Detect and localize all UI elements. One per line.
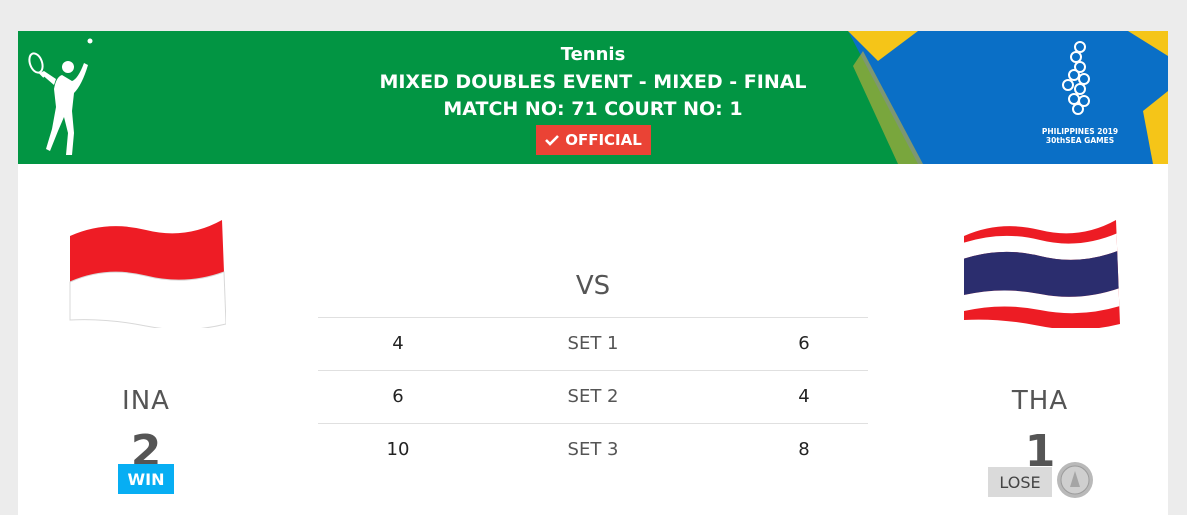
match-result-card: Tennis MIXED DOUBLES EVENT - MIXED - FIN…	[18, 31, 1168, 515]
official-status-label: OFFICIAL	[565, 131, 642, 149]
svg-text:PHILIPPINES 2019: PHILIPPINES 2019	[1042, 127, 1118, 136]
silver-medal-icon	[1057, 462, 1093, 498]
lose-badge: LOSE	[988, 467, 1052, 497]
match-header-banner: Tennis MIXED DOUBLES EVENT - MIXED - FIN…	[18, 31, 1168, 164]
set-scores-table: 4 SET 1 6 6 SET 2 4 10 SET 3 8	[318, 317, 868, 476]
match-info: MATCH NO: 71 COURT NO: 1	[443, 98, 743, 120]
team-left: INA 2 WIN	[46, 216, 246, 494]
set-label: SET 1	[567, 333, 619, 354]
set-row: 4 SET 1 6	[318, 317, 868, 370]
team-right: THA 1 LOSE	[940, 216, 1140, 498]
set-row: 6 SET 2 4	[318, 370, 868, 423]
set-label: SET 2	[567, 386, 619, 407]
svg-text:30thSEA GAMES: 30thSEA GAMES	[1046, 136, 1114, 145]
vs-label: VS	[575, 271, 611, 301]
set-score-left: 4	[392, 333, 404, 354]
set-score-right: 6	[798, 333, 810, 354]
sport-name: Tennis	[560, 44, 626, 65]
set-label: SET 3	[567, 439, 619, 460]
set-score-right: 8	[798, 439, 810, 460]
team-code: THA	[1011, 386, 1069, 416]
sea-games-logo: PHILIPPINES 2019 30thSEA GAMES	[1042, 41, 1118, 145]
win-badge: WIN	[118, 464, 174, 494]
indonesia-flag	[69, 220, 226, 328]
set-score-left: 6	[392, 386, 404, 407]
set-score-left: 10	[386, 439, 410, 460]
check-icon	[545, 135, 560, 146]
team-code: INA	[122, 386, 170, 416]
official-status-badge: OFFICIAL	[536, 125, 651, 155]
set-score-right: 4	[798, 386, 810, 407]
set-row: 10 SET 3 8	[318, 423, 868, 476]
event-name: MIXED DOUBLES EVENT - MIXED - FINAL	[379, 71, 807, 93]
thailand-flag	[964, 220, 1120, 328]
